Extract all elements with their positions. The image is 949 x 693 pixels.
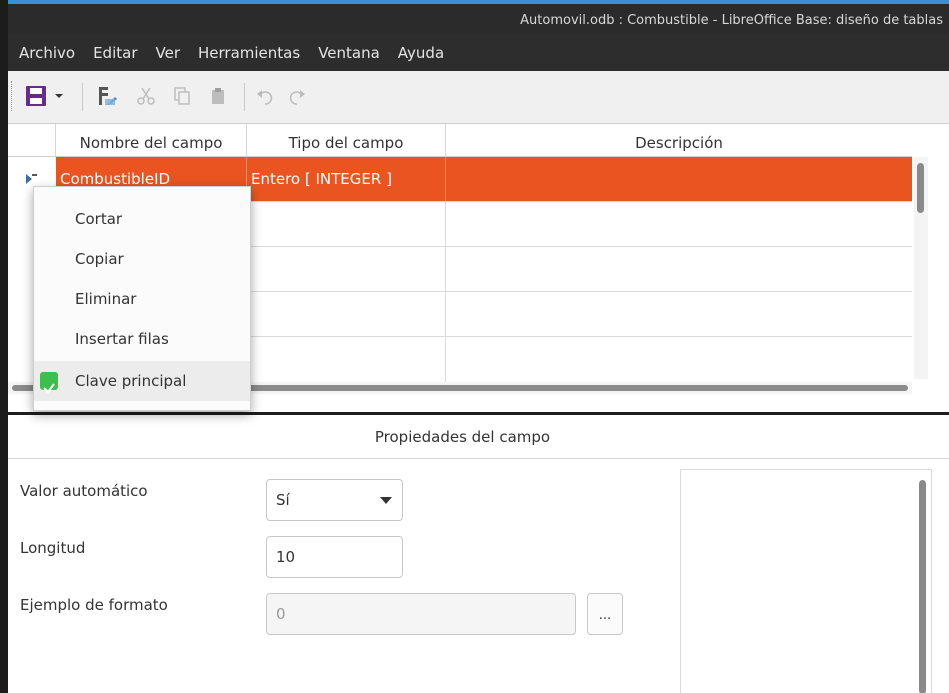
undo-button[interactable] [252,83,278,109]
menu-editar[interactable]: Editar [86,38,144,68]
field-description-cell[interactable] [446,337,912,382]
cut-button[interactable] [132,83,160,109]
save-button[interactable] [22,83,50,109]
menu-archivo[interactable]: Archivo [12,38,82,68]
checkmark-icon [40,372,58,394]
format-example-label: Ejemplo de formato [20,596,168,614]
toolbar-separator [244,83,245,111]
field-type-cell[interactable] [247,202,446,247]
help-text-box [680,469,932,693]
menu-herramientas[interactable]: Herramientas [191,38,307,68]
field-type-cell[interactable] [247,292,446,337]
auto-value-select[interactable]: Sí [266,479,403,521]
redo-button[interactable] [284,83,310,109]
menu-ayuda[interactable]: Ayuda [391,38,451,68]
format-example-field: 0 [266,593,576,635]
chevron-down-icon [380,497,392,504]
properties-title-text: Propiedades del campo [374,428,551,446]
primary-key-icon [99,87,117,105]
field-description-cell[interactable] [446,292,912,337]
context-item-clave-principal[interactable]: Clave principal [34,361,250,401]
column-header-name[interactable]: Nombre del campo [56,124,247,157]
context-item-insertar-filas[interactable]: Insertar filas [34,319,250,359]
window-left-border [0,0,8,693]
window: Automovil.odb : Combustible - LibreOffic… [0,0,949,693]
length-input[interactable]: 10 [266,536,403,578]
save-dropdown-button[interactable] [52,83,66,109]
column-header-description[interactable]: Descripción [446,124,912,157]
primary-key-button[interactable] [92,83,122,109]
format-options-button[interactable]: ... [587,593,623,635]
auto-value-label: Valor automático [20,482,148,500]
undo-icon [257,90,273,105]
table-vertical-scrollbar[interactable] [914,157,928,379]
help-scroll-thumb[interactable] [919,480,926,693]
toolbar-separator [82,83,83,111]
field-description-cell[interactable] [446,157,912,202]
window-title: Automovil.odb : Combustible - LibreOffic… [520,13,943,28]
title-bar: Automovil.odb : Combustible - LibreOffic… [8,0,949,34]
field-type-cell[interactable]: Entero [ INTEGER ] [247,157,446,202]
menu-ventana[interactable]: Ventana [311,38,387,68]
context-item-copiar[interactable]: Copiar [34,239,250,279]
menu-bar: Archivo Editar Ver Herramientas Ventana … [8,34,949,71]
toolbar-grip[interactable] [11,81,13,111]
copy-icon [174,87,190,105]
toolbar [8,71,949,124]
field-description-cell[interactable] [446,247,912,292]
row-selector-header [8,124,56,157]
save-icon [26,86,46,106]
redo-icon [289,90,305,105]
context-item-cortar[interactable]: Cortar [34,199,250,239]
copy-button[interactable] [168,83,196,109]
menu-ver[interactable]: Ver [149,38,188,68]
length-label: Longitud [20,539,86,557]
context-menu: Cortar Copiar Eliminar Insertar filas Cl… [33,186,251,411]
column-header-type[interactable]: Tipo del campo [247,124,446,157]
properties-title: Propiedades del campo [8,415,949,459]
table-vertical-scroll-thumb[interactable] [917,163,924,213]
auto-value-selected: Sí [276,491,290,509]
field-description-cell[interactable] [446,202,912,247]
field-type-cell[interactable] [247,247,446,292]
context-item-eliminar[interactable]: Eliminar [34,279,250,319]
paste-icon [212,88,224,104]
context-item-label: Clave principal [75,372,187,390]
dropdown-arrow-icon [55,94,63,98]
paste-button[interactable] [204,83,232,109]
cut-icon [137,87,155,105]
field-type-cell[interactable] [247,337,446,382]
